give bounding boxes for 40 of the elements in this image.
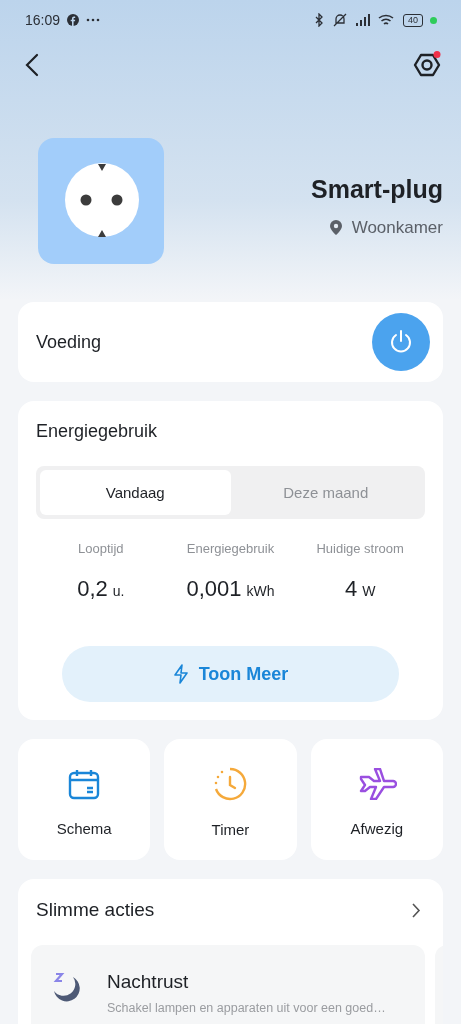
stat-value: 4 [344,576,358,602]
status-time: 16:09 [25,12,61,28]
location-pin-icon [329,220,342,235]
facebook-icon [67,14,80,26]
stat-label: Looptijd [78,541,124,556]
stat-value: 0,2 [77,576,108,602]
feature-tile[interactable]: Schema [18,739,151,860]
more-icon [86,18,101,22]
clock-icon [213,766,248,801]
stat-label: Energiegebruik [186,541,275,556]
status-dot-icon [430,16,437,24]
chevron-right-icon[interactable] [412,902,421,918]
lightning-icon [172,664,189,684]
stat-value: 0,001 [186,576,242,602]
socket-icon [38,138,164,264]
feature-tile[interactable]: Timer [164,739,297,860]
back-icon[interactable] [25,53,39,77]
power-label: Voeding [36,331,102,353]
muted-bell-icon [332,13,348,27]
energy-title: Energiegebruik [36,421,159,442]
bluetooth-icon [313,13,325,27]
smart-actions-title: Slimme acties [36,899,155,921]
wifi-icon [378,13,396,27]
calendar-icon [68,767,101,800]
device-name: Smart-plug [311,174,443,204]
action-description: Schakel lampen en apparaten uit voor een goed… [107,1001,386,1015]
stat-unit: W [362,583,376,599]
action-title: Nachtrust [107,971,190,993]
power-button[interactable] [372,313,430,371]
period-tab[interactable]: Vandaag [40,470,231,515]
feature-tile[interactable]: Afwezig [310,739,443,860]
battery-indicator: 40 [403,13,423,27]
smart-action-item[interactable]: Nachtrust Schakel lampen en apparaten uit voor een goed… [31,945,425,1024]
stat-label: Huidige stroom [316,541,404,556]
stat-unit: kWh [246,583,275,599]
power-icon [388,329,414,355]
stat-unit: u. [112,583,125,599]
room-label: Woonkamer [351,217,443,238]
settings-icon[interactable] [413,51,441,79]
signal-icon [355,14,371,26]
